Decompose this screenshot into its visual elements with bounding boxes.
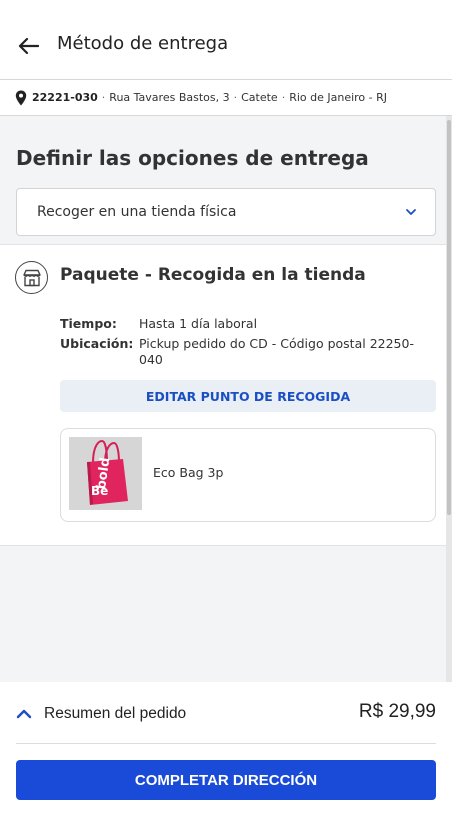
- svg-text:Be: Be: [91, 484, 108, 498]
- divider: [16, 743, 436, 744]
- address-neighborhood: Catete: [241, 91, 278, 104]
- separator: ·: [101, 91, 106, 104]
- address-bar: 22221-030 · Rua Tavares Bastos, 3 · Cate…: [0, 80, 452, 116]
- order-total: R$ 29,99: [358, 701, 436, 722]
- scrollbar-thumb[interactable]: [447, 120, 451, 515]
- address-street: Rua Tavares Bastos, 3: [109, 91, 230, 104]
- complete-address-button[interactable]: COMPLETAR DIRECCIÓN: [16, 760, 436, 800]
- chevron-up-icon: [16, 709, 32, 719]
- chevron-down-icon: [406, 209, 416, 215]
- product-item: bold Be Eco Bag 3p: [60, 428, 436, 522]
- address-city: Rio de Janeiro - RJ: [289, 91, 388, 104]
- page-title: Método de entrega: [57, 33, 229, 54]
- separator: ·: [233, 91, 238, 104]
- order-footer: Resumen del pedido R$ 29,99 COMPLETAR DI…: [0, 682, 452, 816]
- package-card: Paquete - Recogida en la tienda Tiempo: …: [0, 244, 446, 546]
- delivery-option-value: Recoger en una tienda física: [37, 204, 237, 220]
- product-image: bold Be: [69, 437, 142, 510]
- delivery-option-select[interactable]: Recoger en una tienda física: [16, 188, 436, 236]
- time-value: Hasta 1 día laboral: [139, 316, 258, 331]
- location-value: Pickup pedido do CD - Código postal 2225…: [139, 336, 414, 367]
- edit-pickup-point-button[interactable]: EDITAR PUNTO DE RECOGIDA: [60, 380, 436, 412]
- time-label: Tiempo:: [60, 316, 117, 331]
- location-label: Ubicación:: [60, 336, 134, 351]
- store-icon: [15, 261, 48, 294]
- package-title: Paquete - Recogida en la tienda: [60, 265, 366, 285]
- address-zip: 22221-030: [32, 91, 98, 104]
- delivery-content: Definir las opciones de entrega Recoger …: [0, 116, 446, 682]
- arrow-left-icon: [18, 37, 39, 55]
- top-bar: Método de entrega: [0, 0, 452, 80]
- section-title: Definir las opciones de entrega: [16, 146, 369, 170]
- back-button[interactable]: [14, 32, 42, 60]
- order-summary-label: Resumen del pedido: [44, 705, 187, 722]
- product-name: Eco Bag 3p: [153, 465, 224, 480]
- separator: ·: [281, 91, 286, 104]
- map-pin-icon: [15, 90, 27, 105]
